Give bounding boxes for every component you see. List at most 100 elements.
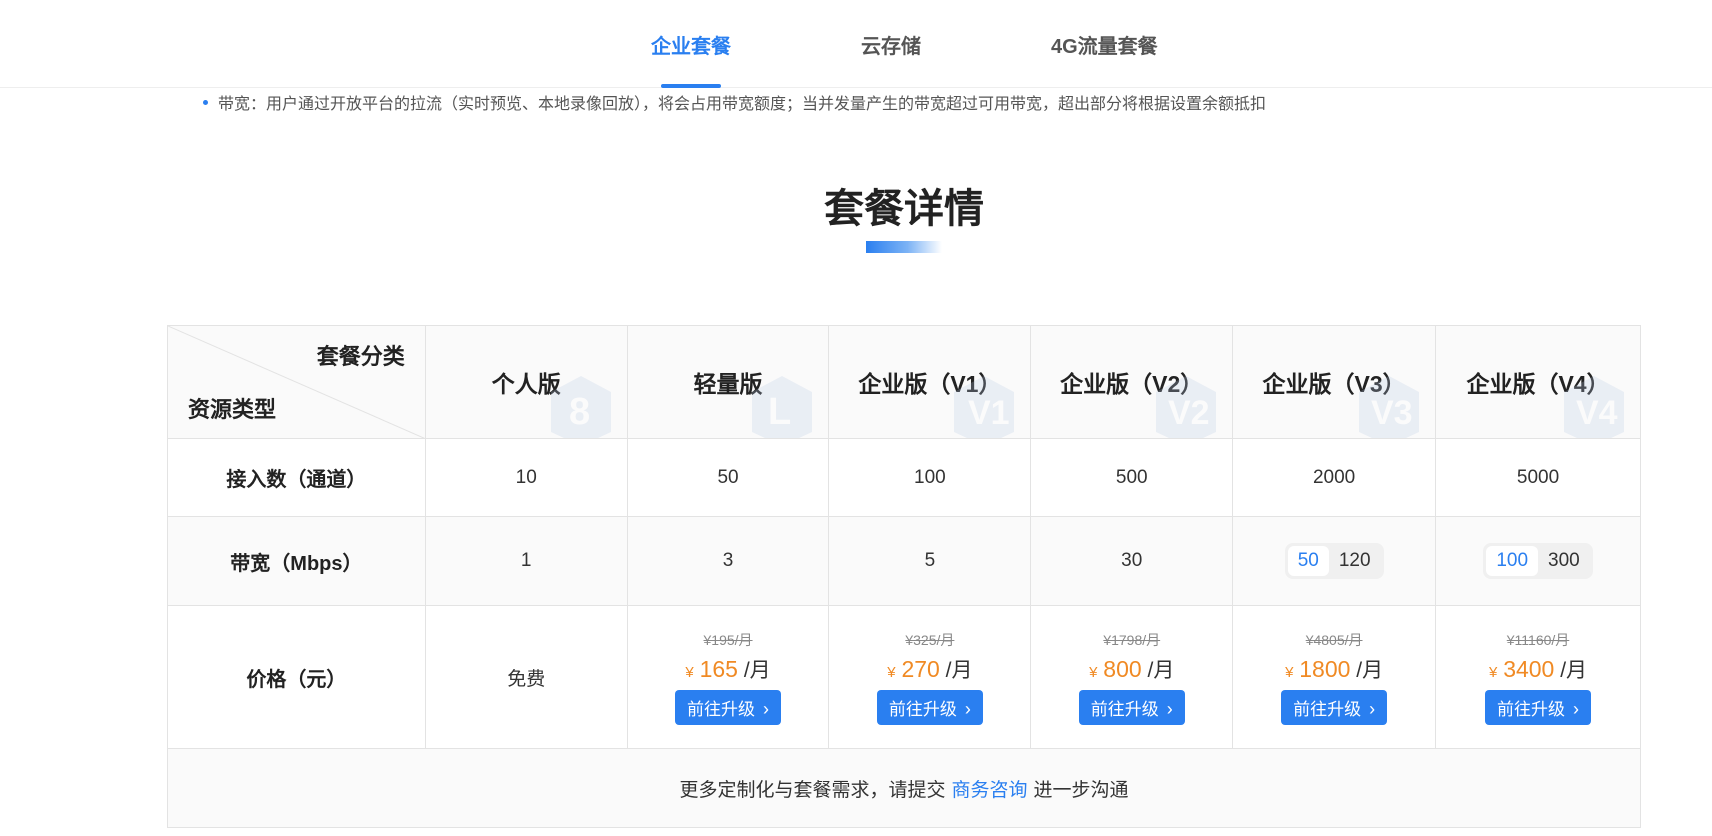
price-amount: 165: [699, 655, 738, 682]
plan-header: V1 企业版（V1）: [828, 325, 1032, 439]
price-cell: ¥11160/月 ¥ 3400 /月 前往升级 ›: [1435, 605, 1641, 749]
bandwidth-v4-cell: 100 300: [1435, 516, 1641, 606]
price-unit: /月: [945, 658, 973, 682]
bandwidth-row: 带宽（Mbps） 1 3 5 30 50 120 100 300: [167, 516, 1641, 606]
plan-watermark-icon: V3: [1359, 376, 1420, 438]
plan-watermark-icon: L: [752, 376, 813, 438]
currency-symbol: ¥: [1089, 663, 1098, 681]
upgrade-button[interactable]: 前往升级 ›: [876, 689, 983, 725]
channels-value: 500: [1030, 438, 1234, 517]
original-price: ¥325/月: [905, 631, 955, 648]
plan-header: L 轻量版: [626, 325, 830, 439]
chevron-right-icon: ›: [1166, 698, 1173, 719]
plan-header: V3 企业版（V3）: [1232, 325, 1437, 439]
upgrade-label: 前往升级: [1497, 699, 1566, 719]
price-unit: /月: [1147, 658, 1175, 682]
upgrade-label: 前往升级: [1090, 699, 1159, 719]
price-amount: 3400: [1503, 655, 1555, 682]
bandwidth-label: 带宽（Mbps）: [167, 516, 426, 606]
original-price: ¥195/月: [703, 631, 753, 648]
bandwidth-option[interactable]: 300: [1538, 546, 1590, 576]
bandwidth-note-text: 带宽：用户通过开放平台的拉流（实时预览、本地录像回放），将会占用带宽额度；当并发…: [218, 96, 1267, 113]
table-corner-cell: 套餐分类 资源类型: [167, 325, 426, 439]
title-decoration: [866, 241, 942, 253]
svg-text:V3: V3: [1371, 394, 1413, 432]
upgrade-label: 前往升级: [1293, 699, 1362, 719]
channels-value: 100: [828, 438, 1032, 517]
bandwidth-v4-toggle: 100 300: [1483, 543, 1593, 579]
bandwidth-value: 1: [424, 516, 628, 606]
plan-watermark-icon: V2: [1156, 376, 1217, 438]
upgrade-label: 前往升级: [687, 699, 756, 719]
more-info-cell: 更多定制化与套餐需求，请提交 商务咨询 进一步沟通: [167, 748, 1641, 828]
upgrade-button[interactable]: 前往升级 ›: [1485, 689, 1592, 725]
bandwidth-value: 30: [1030, 516, 1234, 606]
bandwidth-option[interactable]: 120: [1329, 546, 1381, 576]
bandwidth-value: 5: [828, 516, 1032, 606]
original-price: ¥4805/月: [1305, 631, 1363, 648]
channels-value: 50: [626, 438, 830, 517]
price-row: 价格（元） 免费 ¥195/月 ¥ 165 /月 前往升级 › ¥325/月 ¥ …: [167, 605, 1641, 749]
channels-label: 接入数（通道）: [167, 438, 426, 517]
tab-enterprise-plans[interactable]: 企业套餐: [651, 0, 731, 88]
price-cell: ¥195/月 ¥ 165 /月 前往升级 ›: [626, 605, 830, 749]
upgrade-button[interactable]: 前往升级 ›: [675, 689, 782, 725]
current-price: ¥ 165 /月: [628, 654, 829, 684]
upgrade-button[interactable]: 前往升级 ›: [1078, 689, 1185, 725]
price-free: 免费: [424, 605, 628, 749]
tab-cloud-storage[interactable]: 云存储: [861, 0, 921, 88]
plan-watermark-icon: V1: [954, 376, 1015, 438]
chevron-right-icon: ›: [1573, 698, 1580, 719]
svg-text:V2: V2: [1168, 394, 1210, 432]
bandwidth-value: 3: [626, 516, 830, 606]
bandwidth-option-selected[interactable]: 100: [1486, 546, 1539, 576]
bandwidth-v3-toggle: 50 120: [1284, 543, 1384, 579]
price-unit: /月: [1560, 658, 1588, 682]
more-info-text-end: 进一步沟通: [1033, 779, 1129, 801]
plan-header-row: 套餐分类 资源类型 8 个人版 L 轻量版 V1 企业版（V1） V2 企业版（…: [167, 325, 1641, 439]
original-price: ¥1798/月: [1103, 631, 1161, 648]
current-price: ¥ 3400 /月: [1436, 654, 1640, 684]
bandwidth-option-selected[interactable]: 50: [1287, 546, 1329, 576]
currency-symbol: ¥: [887, 663, 896, 681]
price-cell: ¥1798/月 ¥ 800 /月 前往升级 ›: [1030, 605, 1234, 749]
channels-value: 2000: [1232, 438, 1437, 517]
currency-symbol: ¥: [685, 663, 694, 681]
svg-text:L: L: [768, 391, 791, 433]
tab-4g-data-plans[interactable]: 4G流量套餐: [1051, 0, 1158, 88]
svg-text:8: 8: [569, 391, 590, 433]
channels-value: 5000: [1435, 438, 1641, 517]
plan-header: V2 企业版（V2）: [1030, 325, 1234, 439]
price-cell: ¥4805/月 ¥ 1800 /月 前往升级 ›: [1232, 605, 1437, 749]
bullet-icon: [203, 100, 208, 106]
more-info-text: 更多定制化与套餐需求，请提交: [679, 779, 946, 801]
original-price: ¥11160/月: [1506, 631, 1570, 648]
svg-text:V4: V4: [1576, 394, 1618, 432]
corner-plan-category: 套餐分类: [316, 344, 405, 369]
plan-watermark-icon: 8: [550, 376, 611, 438]
price-label: 价格（元）: [167, 605, 426, 749]
current-price: ¥ 1800 /月: [1233, 654, 1435, 684]
chevron-right-icon: ›: [964, 698, 971, 719]
price-amount: 800: [1103, 655, 1142, 682]
chevron-right-icon: ›: [1369, 698, 1376, 719]
svg-text:V1: V1: [968, 394, 1010, 432]
currency-symbol: ¥: [1285, 663, 1294, 681]
price-cell: ¥325/月 ¥ 270 /月 前往升级 ›: [828, 605, 1032, 749]
chevron-right-icon: ›: [763, 698, 770, 719]
upgrade-label: 前往升级: [888, 699, 957, 719]
upgrade-button[interactable]: 前往升级 ›: [1281, 689, 1388, 725]
price-unit: /月: [1356, 658, 1384, 682]
bandwidth-v3-cell: 50 120: [1232, 516, 1437, 606]
business-consult-link[interactable]: 商务咨询: [951, 780, 1027, 801]
plan-table: 套餐分类 资源类型 8 个人版 L 轻量版 V1 企业版（V1） V2 企业版（…: [167, 325, 1641, 828]
more-info-row: 更多定制化与套餐需求，请提交 商务咨询 进一步沟通: [167, 748, 1641, 828]
corner-resource-type: 资源类型: [188, 397, 277, 422]
plan-header: V4 企业版（V4）: [1435, 325, 1641, 439]
price-amount: 1800: [1299, 655, 1351, 682]
channels-value: 10: [424, 438, 628, 517]
tab-bar: 企业套餐 云存储 4G流量套餐: [0, 0, 1712, 88]
bandwidth-note: 带宽：用户通过开放平台的拉流（实时预览、本地录像回放），将会占用带宽额度；当并发…: [203, 90, 1266, 114]
plan-header: 8 个人版: [424, 325, 628, 439]
channels-row: 接入数（通道） 10 50 100 500 2000 5000: [167, 438, 1641, 517]
